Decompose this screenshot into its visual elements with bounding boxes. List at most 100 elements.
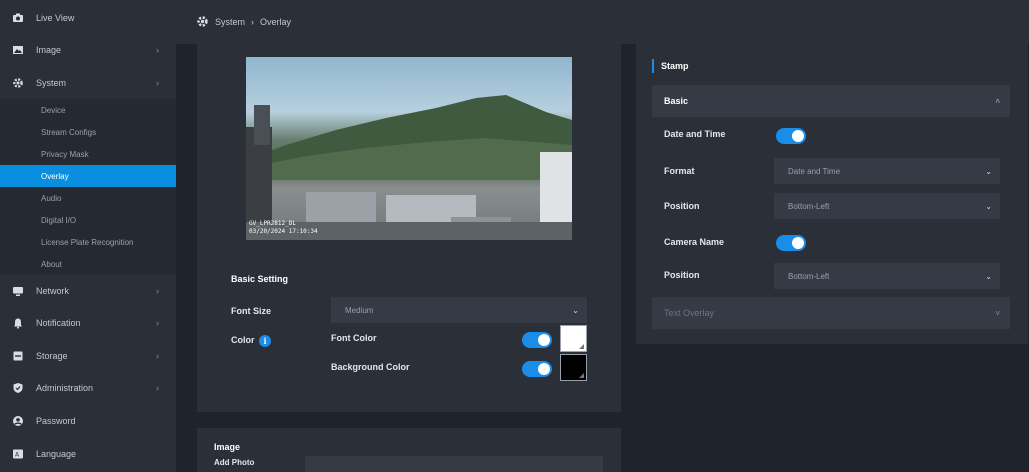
stamp-title: Stamp — [661, 61, 689, 71]
chevron-up-icon: ˄ — [995, 96, 1000, 106]
storage-icon — [12, 350, 24, 362]
background-color-label: Background Color — [331, 362, 410, 372]
font-color-swatch[interactable] — [560, 325, 587, 352]
breadcrumb-separator: › — [251, 16, 255, 27]
submenu-item-stream-configs[interactable]: Stream Configs — [0, 121, 176, 143]
camera-icon — [12, 12, 24, 24]
chevron-right-icon: › — [156, 383, 159, 393]
sidebar-item-live-view[interactable]: Live View — [0, 2, 176, 34]
sidebar: Live View Image › System › Device Stream… — [0, 0, 176, 472]
camera-name-position-select[interactable]: Bottom-Left ⌄ — [774, 263, 1000, 289]
info-icon[interactable]: i — [259, 335, 271, 347]
date-time-toggle[interactable] — [776, 128, 806, 144]
submenu-item-audio[interactable]: Audio — [0, 187, 176, 209]
sidebar-item-notification[interactable]: Notification › — [0, 307, 176, 339]
chevron-right-icon: › — [156, 318, 159, 328]
submenu-item-label: Overlay — [41, 171, 69, 181]
sidebar-item-label: Live View — [36, 13, 75, 23]
submenu-item-about[interactable]: About — [0, 253, 176, 275]
text-overlay-accordion-header[interactable]: Text Overlay ˅ — [652, 297, 1010, 329]
chevron-down-icon: ⌄ — [985, 166, 992, 176]
gear-icon — [196, 15, 209, 28]
chevron-down-icon: ⌄ — [985, 271, 992, 281]
preview-osd-text: GV_LPR2812_DL 03/20/2024 17:10:34 — [249, 220, 318, 236]
resize-corner-icon — [579, 373, 584, 378]
toggle-knob — [538, 363, 550, 375]
submenu-item-privacy-mask[interactable]: Privacy Mask — [0, 143, 176, 165]
background-color-toggle[interactable] — [522, 361, 552, 377]
chevron-down-icon: ˅ — [995, 308, 1000, 318]
breadcrumb-system[interactable]: System — [215, 17, 245, 27]
add-photo-label: Add Photo — [214, 458, 255, 467]
date-time-position-value: Bottom-Left — [788, 201, 830, 211]
submenu-item-digital-io[interactable]: Digital I/O — [0, 209, 176, 231]
font-color-toggle[interactable] — [522, 332, 552, 348]
submenu-item-device[interactable]: Device — [0, 99, 176, 121]
sidebar-item-image[interactable]: Image › — [0, 34, 176, 66]
chevron-down-icon: ⌄ — [985, 201, 992, 211]
toggle-knob — [792, 130, 804, 142]
camera-name-label: Camera Name — [664, 237, 725, 247]
sidebar-item-system[interactable]: System › — [0, 67, 176, 99]
font-size-label: Font Size — [231, 306, 271, 316]
position-label: Position — [664, 201, 700, 211]
submenu-item-overlay[interactable]: Overlay — [0, 165, 176, 187]
position-label: Position — [664, 270, 700, 280]
breadcrumb: System › Overlay — [196, 15, 291, 28]
sidebar-item-label: Notification — [36, 318, 81, 328]
sidebar-item-label: Password — [36, 416, 76, 426]
basic-accordion-header[interactable]: Basic ˄ — [652, 85, 1010, 117]
color-label: Color — [231, 335, 255, 345]
resize-corner-icon — [579, 344, 584, 349]
submenu-item-label: Privacy Mask — [41, 149, 89, 159]
submenu-item-label: Stream Configs — [41, 127, 97, 137]
sidebar-item-network[interactable]: Network › — [0, 275, 176, 307]
submenu-item-label: Device — [41, 105, 66, 115]
sidebar-item-label: Network — [36, 286, 70, 296]
image-icon — [12, 44, 24, 56]
toggle-knob — [538, 334, 550, 346]
date-time-position-select[interactable]: Bottom-Left ⌄ — [774, 193, 1000, 219]
format-select[interactable]: Date and Time ⌄ — [774, 158, 1000, 184]
chevron-right-icon: › — [156, 78, 159, 88]
format-label: Format — [664, 166, 695, 176]
bell-icon — [12, 317, 24, 329]
stamp-accent-bar — [652, 59, 654, 73]
format-value: Date and Time — [788, 166, 841, 176]
font-color-label: Font Color — [331, 333, 377, 343]
submenu-item-license-plate-recognition[interactable]: License Plate Recognition — [0, 231, 176, 253]
sidebar-item-label: Language — [36, 449, 77, 459]
sidebar-item-password[interactable]: Password — [0, 405, 176, 437]
monitor-icon — [12, 285, 24, 297]
camera-name-position-value: Bottom-Left — [788, 271, 830, 281]
shield-icon — [12, 382, 24, 394]
font-size-value: Medium — [345, 305, 374, 315]
sidebar-item-storage[interactable]: Storage › — [0, 340, 176, 372]
text-overlay-accordion-label: Text Overlay — [664, 308, 715, 318]
sidebar-item-label: System — [36, 78, 67, 88]
submenu-item-label: About — [41, 259, 62, 269]
gear-icon — [12, 77, 24, 89]
sidebar-item-label: Administration — [36, 383, 94, 393]
sidebar-item-administration[interactable]: Administration › — [0, 372, 176, 404]
chevron-right-icon: › — [156, 45, 159, 55]
basic-accordion-label: Basic — [664, 96, 689, 106]
camera-name-toggle[interactable] — [776, 235, 806, 251]
basic-setting-title: Basic Setting — [231, 274, 289, 284]
osd-camera-name: GV_LPR2812_DL — [249, 220, 296, 227]
sidebar-item-language[interactable]: A Language — [0, 438, 176, 470]
language-icon: A — [12, 448, 24, 460]
add-photo-input[interactable] — [305, 456, 603, 472]
font-size-select[interactable]: Medium ⌄ — [331, 297, 587, 323]
user-icon — [12, 415, 24, 427]
chevron-right-icon: › — [156, 286, 159, 296]
sidebar-item-label: Image — [36, 45, 62, 55]
background-color-swatch[interactable] — [560, 354, 587, 381]
date-time-label: Date and Time — [664, 129, 726, 139]
osd-date-time: 03/20/2024 17:10:34 — [249, 228, 318, 235]
submenu-item-label: License Plate Recognition — [41, 237, 134, 247]
chevron-right-icon: › — [156, 351, 159, 361]
submenu-item-label: Audio — [41, 193, 62, 203]
chevron-down-icon: ⌄ — [572, 305, 579, 315]
submenu-item-label: Digital I/O — [41, 215, 77, 225]
